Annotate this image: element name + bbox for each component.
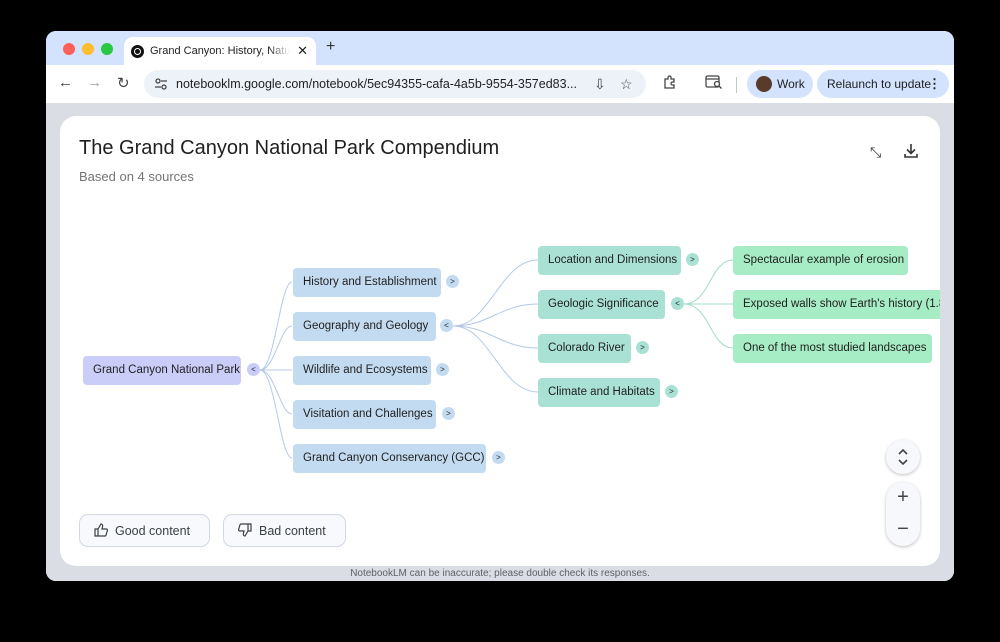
mind-map-node-wildlife[interactable]: Wildlife and Ecosystems bbox=[293, 356, 431, 385]
mind-map-node-conservancy[interactable]: Grand Canyon Conservancy (GCC) bbox=[293, 444, 486, 473]
profile-button[interactable]: Work bbox=[747, 70, 813, 98]
tab-search-icon[interactable] bbox=[705, 74, 723, 90]
good-content-label: Good content bbox=[115, 524, 191, 538]
zoom-controls: + − bbox=[886, 482, 920, 546]
tab-bar: Grand Canyon: History, Nature ✕ + bbox=[46, 31, 954, 65]
forward-arrow-icon[interactable]: → bbox=[87, 74, 102, 91]
mind-map-node-geologic[interactable]: Geologic Significance bbox=[538, 290, 665, 319]
mind-map-node-history[interactable]: History and Establishment bbox=[293, 268, 441, 297]
install-app-icon[interactable]: ⇩ bbox=[594, 76, 606, 93]
thumbs-down-icon bbox=[238, 523, 252, 537]
mind-map-node-climate[interactable]: Climate and Habitats bbox=[538, 378, 660, 407]
profile-label: Work bbox=[777, 77, 805, 91]
mind-map-node-erosion[interactable]: Spectacular example of erosion bbox=[733, 246, 908, 275]
tab-title: Grand Canyon: History, Nature bbox=[150, 45, 290, 57]
relaunch-button[interactable]: Relaunch to update ⋮ bbox=[817, 70, 949, 98]
expand-chevron-icon[interactable]: > bbox=[442, 407, 455, 420]
mind-map-node-visitation[interactable]: Visitation and Challenges bbox=[293, 400, 436, 429]
expand-chevron-icon[interactable]: > bbox=[492, 451, 505, 464]
avatar bbox=[756, 76, 772, 92]
expand-collapse-all-button[interactable] bbox=[886, 440, 920, 474]
expand-chevron-icon[interactable]: > bbox=[686, 253, 699, 266]
close-tab-icon[interactable]: ✕ bbox=[297, 43, 308, 59]
mind-map-node-colorado-river[interactable]: Colorado River bbox=[538, 334, 631, 363]
collapse-chevron-icon[interactable]: < bbox=[440, 319, 453, 332]
bad-content-label: Bad content bbox=[259, 524, 326, 538]
address-bar[interactable]: notebooklm.google.com/notebook/5ec94355-… bbox=[144, 70, 646, 98]
reload-icon[interactable]: ↻ bbox=[117, 74, 130, 92]
good-content-button[interactable]: Good content bbox=[79, 514, 210, 547]
url-text: notebooklm.google.com/notebook/5ec94355-… bbox=[176, 77, 577, 91]
mind-map-node-studied-landscapes[interactable]: One of the most studied landscapes bbox=[733, 334, 932, 363]
expand-chevron-icon[interactable]: > bbox=[436, 363, 449, 376]
bad-content-button[interactable]: Bad content bbox=[223, 514, 346, 547]
minimize-window-button[interactable] bbox=[82, 43, 94, 55]
close-window-button[interactable] bbox=[63, 43, 75, 55]
maximize-window-button[interactable] bbox=[101, 43, 113, 55]
notebooklm-favicon-icon bbox=[131, 45, 144, 58]
expand-chevron-icon[interactable]: > bbox=[446, 275, 459, 288]
unfold-icon bbox=[898, 448, 908, 466]
expand-chevron-icon[interactable]: > bbox=[636, 341, 649, 354]
new-tab-button[interactable]: + bbox=[326, 38, 335, 56]
zoom-in-button[interactable]: + bbox=[886, 486, 920, 509]
site-info-icon[interactable] bbox=[154, 77, 168, 91]
mind-map-dialog: The Grand Canyon National Park Compendiu… bbox=[60, 116, 940, 566]
extensions-icon[interactable] bbox=[662, 74, 678, 90]
mind-map-node-location[interactable]: Location and Dimensions bbox=[538, 246, 681, 275]
bookmark-star-icon[interactable]: ☆ bbox=[620, 76, 633, 93]
mind-map-node-geography[interactable]: Geography and Geology bbox=[293, 312, 436, 341]
thumbs-up-icon bbox=[94, 523, 108, 537]
back-arrow-icon[interactable]: ← bbox=[58, 74, 73, 91]
disclaimer-text: NotebookLM can be inaccurate; please dou… bbox=[350, 568, 650, 579]
relaunch-label: Relaunch to update bbox=[827, 77, 932, 91]
page-content: The Grand Canyon National Park Compendiu… bbox=[46, 103, 954, 581]
browser-window: Grand Canyon: History, Nature ✕ + ← → ↻ … bbox=[46, 31, 954, 581]
collapse-chevron-icon[interactable]: < bbox=[247, 363, 260, 376]
mind-map-node-exposed-walls[interactable]: Exposed walls show Earth's history (1.8 … bbox=[733, 290, 940, 319]
zoom-out-button[interactable]: − bbox=[886, 518, 920, 541]
collapse-chevron-icon[interactable]: < bbox=[671, 297, 684, 310]
toolbar-separator bbox=[736, 77, 737, 93]
expand-chevron-icon[interactable]: > bbox=[665, 385, 678, 398]
active-tab[interactable]: Grand Canyon: History, Nature ✕ bbox=[124, 37, 316, 65]
more-menu-icon[interactable]: ⋮ bbox=[928, 76, 941, 92]
browser-toolbar: ← → ↻ notebooklm.google.com/notebook/5ec… bbox=[46, 65, 954, 103]
mind-map-node-root[interactable]: Grand Canyon National Park bbox=[83, 356, 241, 385]
